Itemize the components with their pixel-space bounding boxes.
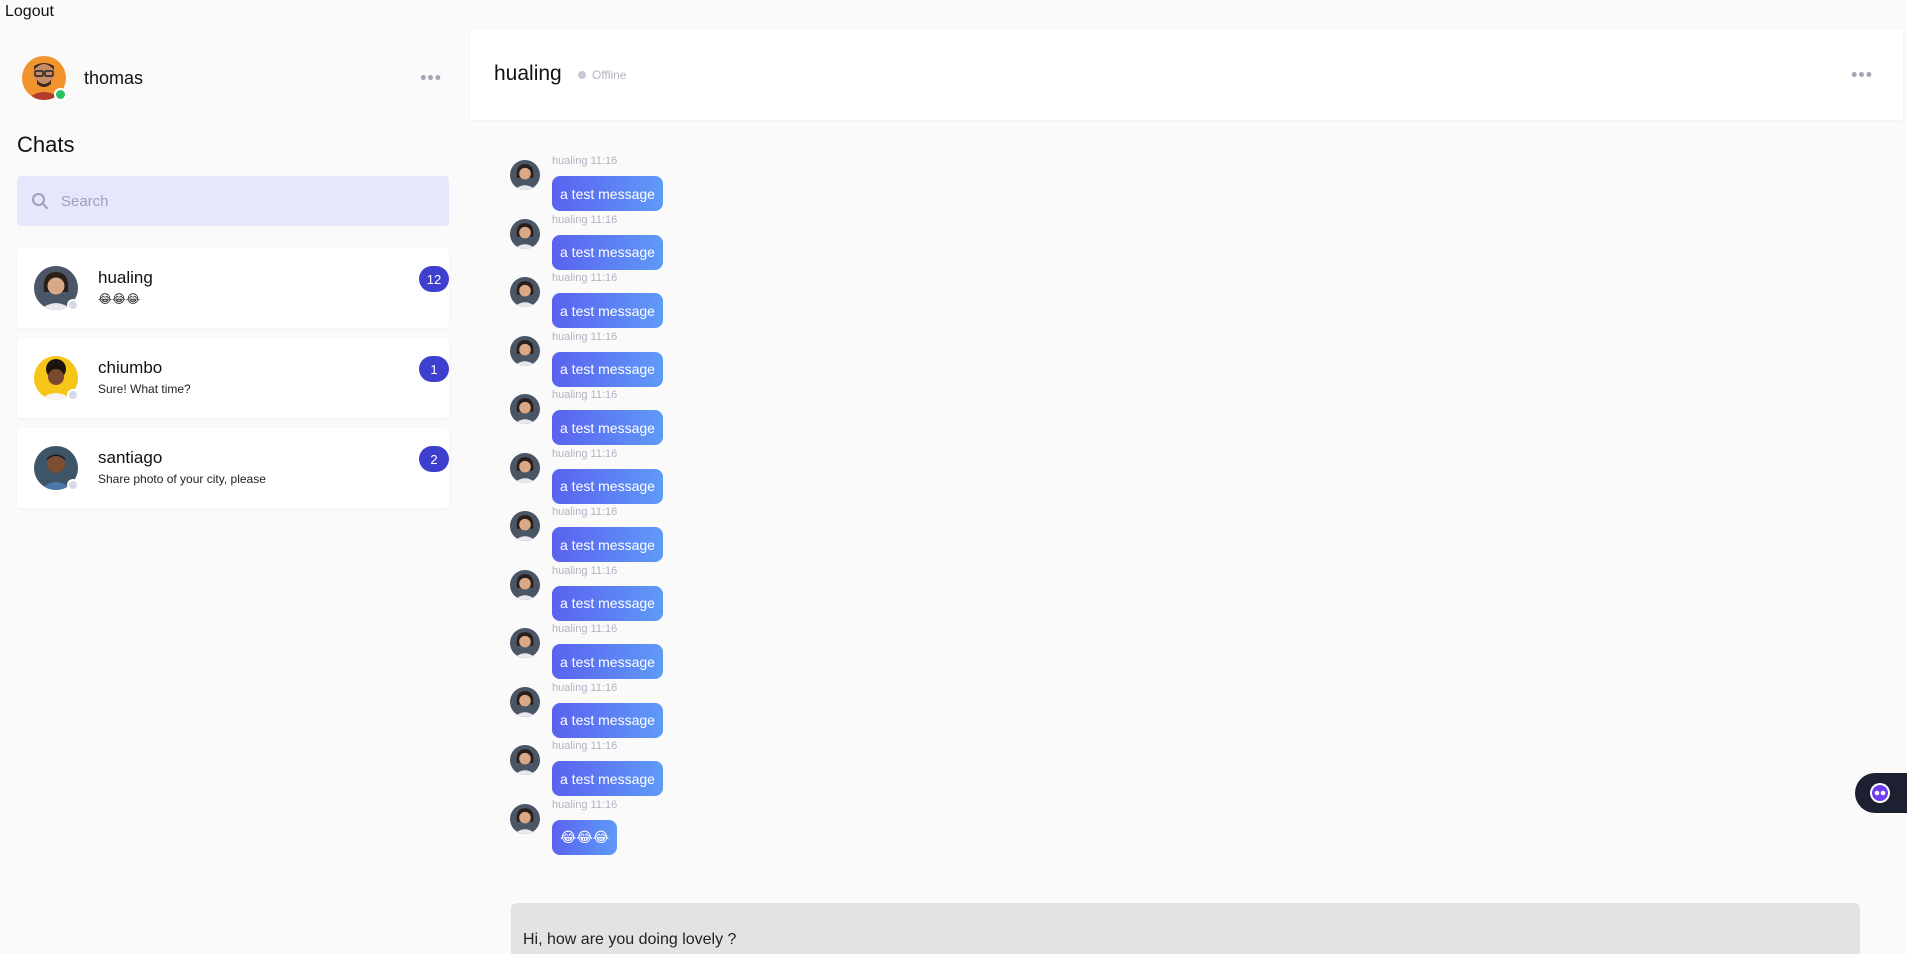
unread-badge: 1	[419, 356, 449, 382]
search-icon	[32, 193, 48, 209]
presence-status: Offline	[578, 68, 626, 82]
message-bubble[interactable]: a test message	[552, 351, 663, 387]
chat-name: santiago	[98, 448, 163, 467]
message-composer[interactable]	[511, 903, 1860, 954]
more-horizontal-icon[interactable]: •••	[1851, 65, 1873, 86]
chat-preview: Sure! What time?	[98, 382, 191, 396]
chat-preview: Share photo of your city, please	[98, 472, 266, 486]
message-row: hualing 11:16 a test message	[510, 214, 1810, 273]
current-user-name: thomas	[84, 67, 144, 88]
avatar	[34, 446, 79, 491]
message-row: hualing 11:16 😂😂😂	[510, 799, 1810, 858]
chats-heading: Chats	[17, 132, 75, 157]
message-meta: hualing 11:16	[552, 623, 618, 635]
online-status-dot	[54, 88, 67, 101]
offline-status-dot	[578, 71, 586, 79]
sender-avatar	[510, 511, 540, 541]
sidebar: thomas ••• Chats hualing	[0, 26, 460, 954]
logout-link[interactable]: Logout	[5, 3, 54, 21]
message-row: hualing 11:16 a test message	[510, 740, 1810, 799]
message-row: hualing 11:16 a test message	[510, 389, 1810, 448]
message-meta: hualing 11:16	[552, 564, 618, 577]
message-bubble[interactable]: a test message	[552, 234, 663, 270]
message-meta: hualing 11:16	[552, 330, 618, 343]
sender-avatar	[510, 335, 540, 366]
message-meta: hualing 11:16	[552, 155, 618, 167]
offline-status-dot	[67, 389, 79, 401]
unread-badge: 12	[419, 266, 449, 292]
avatar	[34, 356, 79, 401]
presence-label: Offline	[592, 68, 627, 82]
sender-avatar	[510, 160, 540, 190]
message-meta: hualing 11:16	[552, 389, 618, 401]
message-row: hualing 11:16 a test message	[510, 506, 1810, 565]
conversation-title: hualing	[494, 62, 562, 85]
message-bubble[interactable]: a test message	[552, 702, 663, 738]
message-meta: hualing 11:16	[552, 272, 618, 284]
message-row: hualing 11:16 a test message	[510, 623, 1810, 682]
chat-name: chiumbo	[98, 358, 163, 377]
search-box[interactable]	[17, 176, 449, 226]
message-row: hualing 11:16 a test message	[510, 155, 1810, 214]
message-row: hualing 11:16 a test message	[510, 272, 1810, 331]
message-bubble[interactable]: a test message	[552, 527, 663, 562]
sender-avatar	[510, 745, 540, 775]
sender-avatar	[510, 803, 540, 834]
chat-preview: 😂😂😂	[98, 292, 141, 306]
message-row: hualing 11:16 a test message	[510, 565, 1810, 624]
sender-avatar	[510, 394, 540, 424]
more-horizontal-icon[interactable]: •••	[420, 68, 442, 89]
message-bubble[interactable]: a test message	[552, 761, 663, 796]
chat-list: hualing 😂😂😂 12 chiumbo Sure! What time? …	[17, 248, 449, 518]
avatar	[34, 266, 79, 311]
message-bubble[interactable]: 😂😂😂	[552, 819, 618, 855]
message-meta: hualing 11:16	[552, 740, 618, 752]
message-bubble[interactable]: a test message	[552, 468, 663, 504]
sender-avatar	[510, 277, 540, 307]
message-row: hualing 11:16 a test message	[510, 682, 1810, 741]
current-user-profile: thomas •••	[22, 54, 442, 102]
current-user-avatar[interactable]	[22, 56, 67, 101]
message-meta: hualing 11:16	[552, 506, 618, 518]
message-meta: hualing 11:16	[552, 681, 618, 694]
sender-avatar	[510, 628, 540, 658]
message-input[interactable]	[523, 928, 1823, 952]
message-meta: hualing 11:16	[552, 213, 618, 226]
conversation-header: hualing Offline •••	[470, 30, 1903, 120]
sender-avatar	[510, 686, 540, 717]
message-bubble[interactable]: a test message	[552, 585, 663, 621]
search-input[interactable]	[61, 192, 421, 210]
sender-avatar	[510, 452, 540, 483]
message-meta: hualing 11:16	[552, 447, 618, 460]
bot-icon	[1870, 783, 1890, 803]
chat-item-hualing[interactable]: hualing 😂😂😂 12	[17, 248, 449, 328]
chat-item-chiumbo[interactable]: chiumbo Sure! What time? 1	[17, 338, 449, 418]
message-bubble[interactable]: a test message	[552, 410, 663, 445]
chat-item-santiago[interactable]: santiago Share photo of your city, pleas…	[17, 428, 449, 508]
message-list: hualing 11:16 a test message hualing 11:16…	[510, 155, 1810, 857]
message-row: hualing 11:16 a test message	[510, 448, 1810, 507]
chat-name: hualing	[98, 268, 153, 287]
message-bubble[interactable]: a test message	[552, 176, 663, 211]
offline-status-dot	[67, 479, 79, 491]
offline-status-dot	[67, 299, 79, 311]
message-bubble[interactable]: a test message	[552, 644, 663, 679]
message-bubble[interactable]: a test message	[552, 293, 663, 328]
message-row: hualing 11:16 a test message	[510, 331, 1810, 390]
sender-avatar	[510, 569, 540, 600]
sender-avatar	[510, 218, 540, 249]
assistant-bot-button[interactable]	[1855, 773, 1907, 813]
unread-badge: 2	[419, 446, 449, 472]
message-meta: hualing 11:16	[552, 798, 618, 811]
